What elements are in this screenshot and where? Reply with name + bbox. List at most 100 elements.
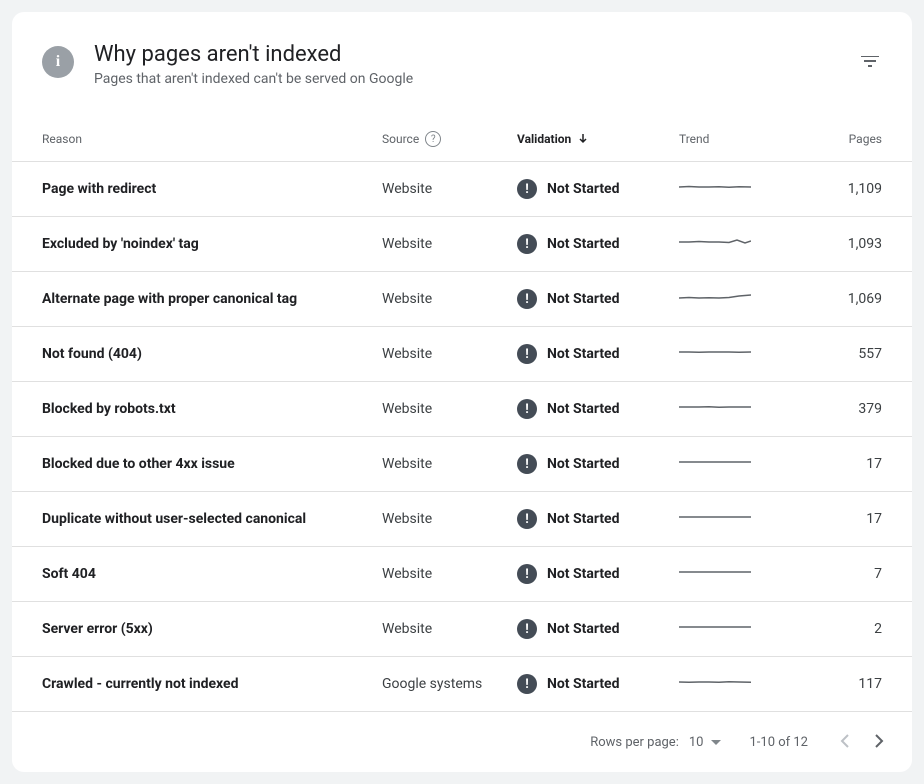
sparkline — [679, 233, 751, 251]
exclamation-icon: ! — [517, 564, 537, 584]
exclamation-icon: ! — [517, 454, 537, 474]
cell-validation: ! Not Started — [507, 492, 669, 547]
table-row[interactable]: Duplicate without user-selected canonica… — [12, 492, 912, 547]
issues-table: Reason Source ? Validation — [12, 117, 912, 712]
pagination-range: 1-10 of 12 — [749, 735, 808, 750]
exclamation-icon: ! — [517, 399, 537, 419]
validation-status: Not Started — [547, 456, 620, 472]
table-row[interactable]: Blocked by robots.txtWebsite! Not Started… — [12, 382, 912, 437]
cell-reason: Soft 404 — [12, 547, 372, 602]
cell-trend — [669, 602, 795, 657]
table-row[interactable]: Soft 404Website! Not Started 7 — [12, 547, 912, 602]
validation-status: Not Started — [547, 621, 620, 637]
cell-validation: !Not Started — [507, 327, 669, 382]
header-reason-label: Reason — [42, 132, 82, 146]
cell-trend — [669, 492, 795, 547]
validation-status: Not Started — [547, 566, 620, 582]
header-trend[interactable]: Trend — [669, 117, 795, 162]
header-trend-label: Trend — [679, 132, 709, 146]
exclamation-icon: ! — [517, 179, 537, 199]
cell-reason: Blocked by robots.txt — [12, 382, 372, 437]
cell-reason: Page with redirect — [12, 162, 372, 217]
cell-reason: Excluded by 'noindex' tag — [12, 217, 372, 272]
filter-icon[interactable] — [858, 50, 882, 74]
cell-pages: 17 — [795, 437, 912, 492]
cell-validation: !Not Started — [507, 272, 669, 327]
cell-source: Website — [372, 547, 507, 602]
header-validation[interactable]: Validation — [507, 117, 669, 162]
cell-trend — [669, 272, 795, 327]
cell-source: Website — [372, 217, 507, 272]
cell-reason: Server error (5xx) — [12, 602, 372, 657]
header-text: Why pages aren't indexed Pages that aren… — [94, 42, 838, 87]
help-icon[interactable]: ? — [425, 131, 441, 147]
cell-pages: 7 — [795, 547, 912, 602]
cell-validation: !Not Started — [507, 657, 669, 712]
table-header-row: Reason Source ? Validation — [12, 117, 912, 162]
cell-validation: ! Not Started — [507, 547, 669, 602]
table-row[interactable]: Server error (5xx)Website! Not Started 2 — [12, 602, 912, 657]
cell-validation: ! Not Started — [507, 437, 669, 492]
cell-validation: ! Not Started — [507, 602, 669, 657]
cell-pages: 117 — [795, 657, 912, 712]
header-pages[interactable]: Pages — [795, 117, 912, 162]
cell-reason: Duplicate without user-selected canonica… — [12, 492, 372, 547]
rows-per-page-value: 10 — [689, 735, 704, 750]
validation-status: Not Started — [547, 511, 620, 527]
cell-source: Website — [372, 272, 507, 327]
table-row[interactable]: Excluded by 'noindex' tagWebsite!Not Sta… — [12, 217, 912, 272]
cell-trend — [669, 217, 795, 272]
cell-trend — [669, 327, 795, 382]
table-row[interactable]: Not found (404)Website!Not Started557 — [12, 327, 912, 382]
prev-page-button[interactable] — [836, 726, 854, 758]
cell-pages: 2 — [795, 602, 912, 657]
next-page-button[interactable] — [870, 726, 888, 758]
table-row[interactable]: Blocked due to other 4xx issueWebsite! No… — [12, 437, 912, 492]
rows-per-page-select[interactable]: 10 — [689, 735, 722, 750]
cell-source: Website — [372, 382, 507, 437]
header-reason[interactable]: Reason — [12, 117, 372, 162]
validation-status: Not Started — [547, 401, 620, 417]
cell-source: Website — [372, 162, 507, 217]
cell-reason: Blocked due to other 4xx issue — [12, 437, 372, 492]
exclamation-icon: ! — [517, 619, 537, 639]
cell-trend — [669, 382, 795, 437]
cell-source: Website — [372, 437, 507, 492]
sparkline — [679, 343, 751, 361]
header-validation-label: Validation — [517, 132, 571, 146]
cell-pages: 379 — [795, 382, 912, 437]
cell-pages: 17 — [795, 492, 912, 547]
header-source-label: Source — [382, 132, 419, 146]
table-row[interactable]: Alternate page with proper canonical tag… — [12, 272, 912, 327]
table-row[interactable]: Page with redirectWebsite! Not Started 1,1… — [12, 162, 912, 217]
table-footer: Rows per page: 10 1-10 of 12 — [12, 712, 912, 772]
header-source[interactable]: Source ? — [372, 117, 507, 162]
cell-pages: 1,069 — [795, 272, 912, 327]
card-header: i Why pages aren't indexed Pages that ar… — [12, 12, 912, 117]
cell-source: Website — [372, 602, 507, 657]
cell-trend — [669, 162, 795, 217]
sparkline — [679, 563, 751, 581]
validation-status: Not Started — [547, 676, 620, 692]
indexing-issues-card: i Why pages aren't indexed Pages that ar… — [12, 12, 912, 772]
cell-trend — [669, 547, 795, 602]
validation-status: Not Started — [547, 181, 620, 197]
sparkline — [679, 673, 751, 691]
table-row[interactable]: Crawled - currently not indexedGoogle sy… — [12, 657, 912, 712]
sparkline — [679, 618, 751, 636]
dropdown-icon — [711, 740, 721, 745]
exclamation-icon: ! — [517, 509, 537, 529]
cell-pages: 1,093 — [795, 217, 912, 272]
sparkline — [679, 288, 751, 306]
page-title: Why pages aren't indexed — [94, 42, 838, 67]
arrow-down-icon — [577, 132, 589, 147]
cell-validation: ! Not Started — [507, 162, 669, 217]
cell-trend — [669, 437, 795, 492]
sparkline — [679, 508, 751, 526]
sparkline — [679, 398, 751, 416]
rows-per-page: Rows per page: 10 — [590, 735, 721, 750]
cell-validation: !Not Started — [507, 217, 669, 272]
cell-source: Website — [372, 327, 507, 382]
cell-pages: 1,109 — [795, 162, 912, 217]
page-subtitle: Pages that aren't indexed can't be serve… — [94, 71, 838, 87]
